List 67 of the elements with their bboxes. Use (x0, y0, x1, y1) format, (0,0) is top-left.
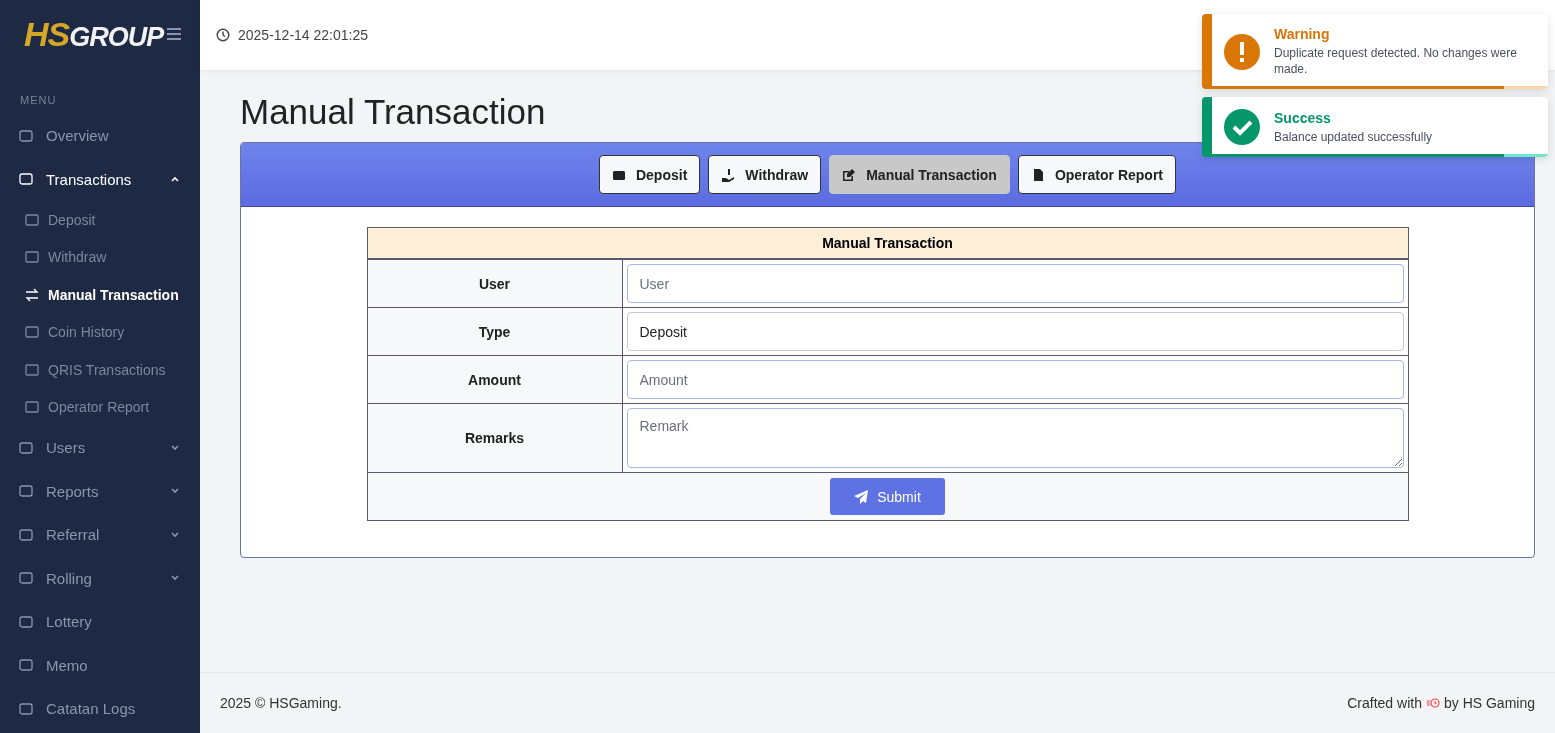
textarea-field[interactable]: Remark (626, 408, 1404, 468)
nav-icon (18, 127, 34, 144)
tab-button[interactable]: Manual Transaction (829, 155, 1010, 194)
chevron-icon (170, 530, 180, 539)
submenu-icon (24, 250, 40, 265)
nav-item[interactable]: Catatan Logs (0, 687, 200, 731)
nav-item[interactable]: Users (0, 426, 200, 470)
menu-heading: MENU (19, 93, 58, 108)
tab-button[interactable]: Deposit (598, 155, 701, 194)
submenu-icon (24, 287, 40, 302)
nav-icon (18, 570, 34, 587)
copyright-text: 2025 © HSGaming. (220, 695, 342, 711)
crafted-text: Crafted with (1347, 695, 1422, 711)
nav-icon (18, 526, 34, 543)
menu-icon[interactable] (166, 27, 182, 41)
field-label: User (367, 260, 623, 307)
form-heading: Manual Transaction (367, 228, 1408, 260)
submenu-icon (24, 362, 40, 377)
tab-button[interactable]: Operator Report (1017, 155, 1176, 194)
submenu-item[interactable]: Withdraw (0, 238, 200, 276)
submenu-item[interactable]: QRIS Transactions (0, 351, 200, 389)
input-field[interactable]: Amount (626, 360, 1404, 399)
submenu-item[interactable]: Deposit (0, 201, 200, 239)
chevron-icon (170, 487, 180, 496)
nav-icon (18, 700, 34, 717)
nav-icon (18, 613, 34, 630)
toast-message: Duplicate request detected. No changes were made. (1274, 45, 1518, 78)
nav-icon (18, 483, 34, 500)
nav-icon (18, 171, 34, 188)
field-label: Type (367, 308, 623, 355)
input-field[interactable]: User (626, 264, 1404, 303)
exclamation-icon (1224, 33, 1260, 70)
select-field[interactable]: Deposit (626, 312, 1404, 351)
submit-button[interactable]: Submit (830, 478, 945, 515)
nav-item[interactable]: Lottery (0, 600, 200, 644)
logo: HSGROUP (24, 14, 164, 54)
page-title: Manual Transaction (240, 92, 546, 132)
field-label: Remarks (367, 404, 623, 472)
toast-title: Warning (1274, 26, 1331, 42)
nav-item[interactable]: Transactions (0, 157, 200, 201)
nav-icon (18, 657, 34, 674)
nav-icon (18, 439, 34, 456)
nav-item[interactable]: Overview (0, 114, 200, 158)
edit-icon (842, 167, 857, 182)
chevron-icon (170, 574, 180, 583)
submenu-icon (24, 400, 40, 415)
tab-button[interactable]: Withdraw (708, 155, 822, 194)
submenu-item[interactable]: Operator Report (0, 388, 200, 426)
datetime-text: 2025-12-14 22:01:25 (238, 27, 368, 43)
submenu-icon (24, 212, 40, 227)
chevron-icon (170, 175, 180, 184)
toast-message: Balance updated successfully (1274, 128, 1433, 145)
submenu-item[interactable]: Manual Transaction (0, 276, 200, 314)
nav-item[interactable]: Referral (0, 513, 200, 557)
send-icon (854, 489, 870, 504)
chevron-icon (170, 443, 180, 452)
nav-item[interactable]: Reports (0, 469, 200, 513)
speed-clock-icon (1425, 697, 1440, 709)
submenu-item[interactable]: Coin History (0, 313, 200, 351)
author-text: by HS Gaming (1443, 695, 1535, 711)
toast-title: Success (1274, 109, 1332, 126)
submenu-icon (24, 325, 40, 340)
clock-icon (216, 28, 230, 42)
field-label: Amount (367, 356, 623, 403)
nav-item[interactable]: Rolling (0, 556, 200, 600)
nav-item[interactable]: Memo (0, 643, 200, 687)
check-icon (1224, 109, 1260, 146)
